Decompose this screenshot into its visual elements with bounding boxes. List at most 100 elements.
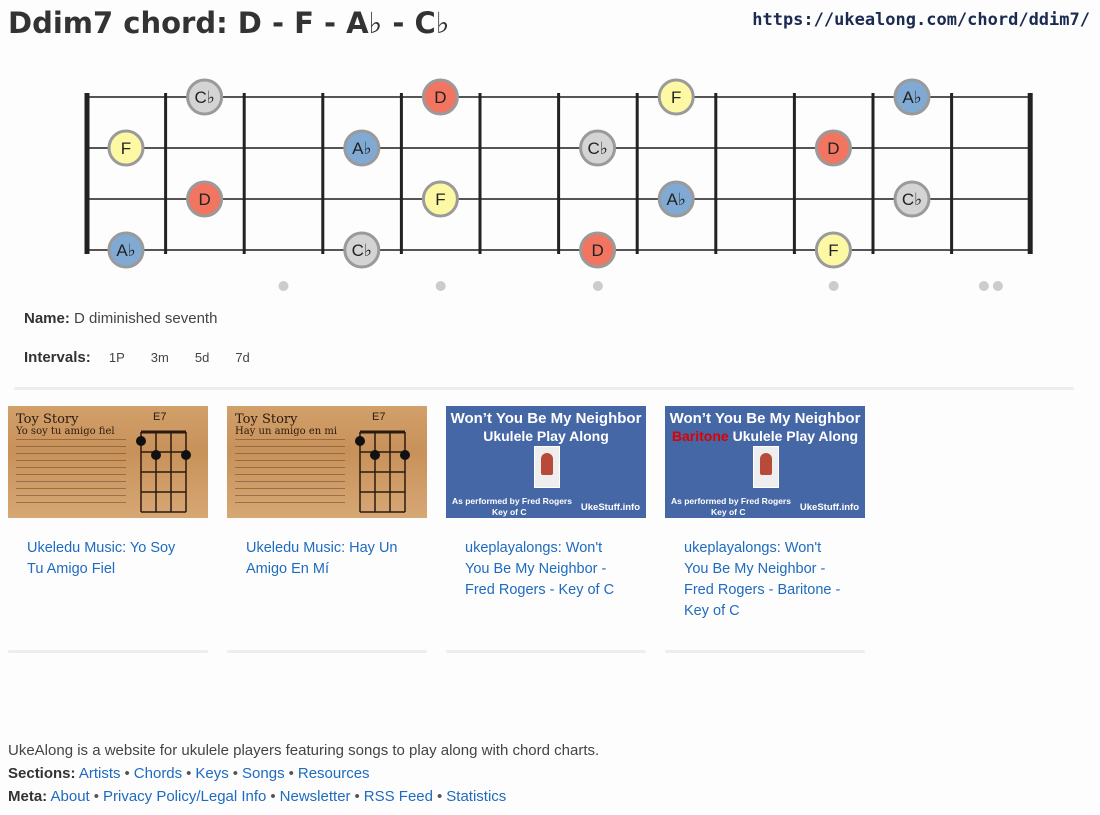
video-thumbnail[interactable]: Toy Story Yo soy tu amigo fiel E7 <box>8 406 208 518</box>
note-label: D <box>591 241 603 260</box>
note-label: A♭ <box>352 139 371 158</box>
footer-separator: • <box>93 788 99 805</box>
thumbnail-lyrics-lines <box>16 439 126 509</box>
note-label: D <box>198 190 210 209</box>
video-card[interactable]: Toy Story Yo soy tu amigo fiel E7 Ukeled… <box>8 406 208 653</box>
card-divider <box>665 650 865 653</box>
thumbnail-performer: As performed by Fred Rogers <box>452 496 572 506</box>
note-label: F <box>671 88 681 107</box>
fret-inlay-dot <box>992 281 1003 291</box>
footer-meta-row: Meta: About • Privacy Policy/Legal Info • Ne… <box>8 785 599 808</box>
page-title: Ddim7 chord: D - F - A♭ - C♭ <box>8 6 450 40</box>
footer-link-songs[interactable]: Songs <box>242 765 285 782</box>
note-label: F <box>121 139 131 158</box>
note-label: A♭ <box>116 241 135 260</box>
fret-inlay-dot <box>978 281 989 291</box>
note-label: F <box>828 241 838 260</box>
fret-inlay-dot <box>828 281 839 291</box>
video-title-link[interactable]: Ukeledu Music: Yo Soy Tu Amigo Fiel <box>27 538 188 580</box>
note-label: A♭ <box>667 190 686 209</box>
thumbnail-key: Key of C <box>492 507 527 517</box>
video-title-link[interactable]: ukeplayalongs: Won't You Be My Neighbor … <box>465 538 626 601</box>
fretboard-diagram: C♭ D F A♭ F A♭ C♭ D D F A♭ C♭ A♭ C♭ D F <box>84 78 1033 291</box>
note-label: C♭ <box>902 190 922 209</box>
thumbnail-title-line2: Ukulele Play Along <box>446 428 646 444</box>
performer-photo <box>534 446 560 488</box>
interval-item: 5d <box>194 350 210 365</box>
thumbnail-chord-diagram <box>136 430 191 513</box>
thumbnail-chord-name: E7 <box>372 411 386 423</box>
thumbnail-chord-name: E7 <box>153 411 167 423</box>
thumbnail-performer: As performed by Fred Rogers <box>671 496 791 506</box>
note-label: C♭ <box>194 88 214 107</box>
note-label: C♭ <box>587 139 607 158</box>
thumbnail-song-title: Toy Story <box>235 412 298 427</box>
video-title-link[interactable]: ukeplayalongs: Won't You Be My Neighbor … <box>684 538 845 622</box>
footer-separator: • <box>437 788 443 805</box>
card-divider <box>227 650 427 653</box>
note-label: D <box>827 139 839 158</box>
thumbnail-title-line1: Won’t You Be My Neighbor <box>669 410 861 427</box>
footer-link-chords[interactable]: Chords <box>134 765 182 782</box>
site-footer: UkeAlong is a website for ukulele player… <box>8 739 599 808</box>
thumbnail-song-title: Toy Story <box>16 412 79 427</box>
thumbnail-title-rest: Ukulele Play Along <box>728 428 859 444</box>
fret-inlay-dot <box>278 281 289 291</box>
video-card[interactable]: Toy Story Hay un amigo en mi E7 Ukeledu … <box>227 406 427 653</box>
thumbnail-title-line2: Baritone Ukulele Play Along <box>665 428 865 444</box>
fret-inlay-dot <box>435 281 446 291</box>
thumbnail-subtitle: Yo soy tu amigo fiel <box>16 426 115 437</box>
footer-link-about[interactable]: About <box>51 788 90 805</box>
video-thumbnail[interactable]: Toy Story Hay un amigo en mi E7 <box>227 406 427 518</box>
performer-photo <box>753 446 779 488</box>
footer-separator: • <box>232 765 239 782</box>
thumbnail-site: UkeStuff.info <box>799 502 859 513</box>
chord-name-value: D diminished seventh <box>74 310 218 327</box>
chord-name-label: Name: <box>24 310 70 327</box>
section-divider <box>14 387 1074 390</box>
footer-meta-label: Meta: <box>8 788 48 805</box>
chord-name-row: Name: D diminished seventh <box>24 310 217 327</box>
thumbnail-lyrics-lines <box>235 439 345 509</box>
footer-link-newsletter[interactable]: Newsletter <box>280 788 351 805</box>
note-label: A♭ <box>902 88 921 107</box>
thumbnail-title-line1: Won’t You Be My Neighbor <box>450 410 642 427</box>
note-label: F <box>435 190 445 209</box>
card-divider <box>446 650 646 653</box>
thumbnail-key: Key of C <box>711 507 746 517</box>
footer-separator: • <box>270 788 276 805</box>
interval-item: 1P <box>108 350 125 365</box>
thumbnail-subtitle: Hay un amigo en mi <box>235 426 338 437</box>
chord-intervals-row: Intervals: 1P 3m 5d 7d <box>24 349 262 366</box>
video-card[interactable]: Won’t You Be My Neighbor Ukulele Play Al… <box>446 406 646 653</box>
footer-sections-row: Sections: Artists • Chords • Keys • Songs • Reso… <box>8 762 599 785</box>
note-label: D <box>434 88 446 107</box>
footer-link-resources[interactable]: Resources <box>298 765 370 782</box>
footer-separator: • <box>186 765 192 782</box>
footer-description: UkeAlong is a website for ukulele player… <box>8 742 600 759</box>
footer-link-privacy[interactable]: Privacy Policy/Legal Info <box>103 788 266 805</box>
footer-separator: • <box>124 765 130 782</box>
thumbnail-title-rest: Ukulele Play Along <box>483 428 609 444</box>
thumbnail-site: UkeStuff.info <box>580 502 640 513</box>
interval-item: 7d <box>235 350 250 365</box>
note-label: C♭ <box>352 241 372 260</box>
card-divider <box>8 650 208 653</box>
video-card[interactable]: Won’t You Be My Neighbor Baritone Ukulel… <box>665 406 865 653</box>
video-title-link[interactable]: Ukeledu Music: Hay Un Amigo En Mí <box>246 538 407 580</box>
footer-link-rss[interactable]: RSS Feed <box>364 788 433 805</box>
thumbnail-chord-diagram <box>355 430 410 513</box>
thumbnail-title-highlight: Baritone <box>671 428 729 444</box>
fret-inlay-dot <box>592 281 603 291</box>
intervals-label: Intervals: <box>24 349 91 366</box>
footer-link-artists[interactable]: Artists <box>79 765 121 782</box>
interval-item: 3m <box>150 350 169 365</box>
footer-link-statistics[interactable]: Statistics <box>446 788 506 805</box>
footer-sections-label: Sections: <box>8 765 76 782</box>
footer-separator: • <box>288 765 294 782</box>
footer-separator: • <box>354 788 360 805</box>
video-thumbnail[interactable]: Won’t You Be My Neighbor Ukulele Play Al… <box>446 406 646 518</box>
page-url-link[interactable]: https://ukealong.com/chord/ddim7/ <box>752 10 1090 30</box>
footer-link-keys[interactable]: Keys <box>195 765 228 782</box>
video-thumbnail[interactable]: Won’t You Be My Neighbor Baritone Ukulel… <box>665 406 865 518</box>
